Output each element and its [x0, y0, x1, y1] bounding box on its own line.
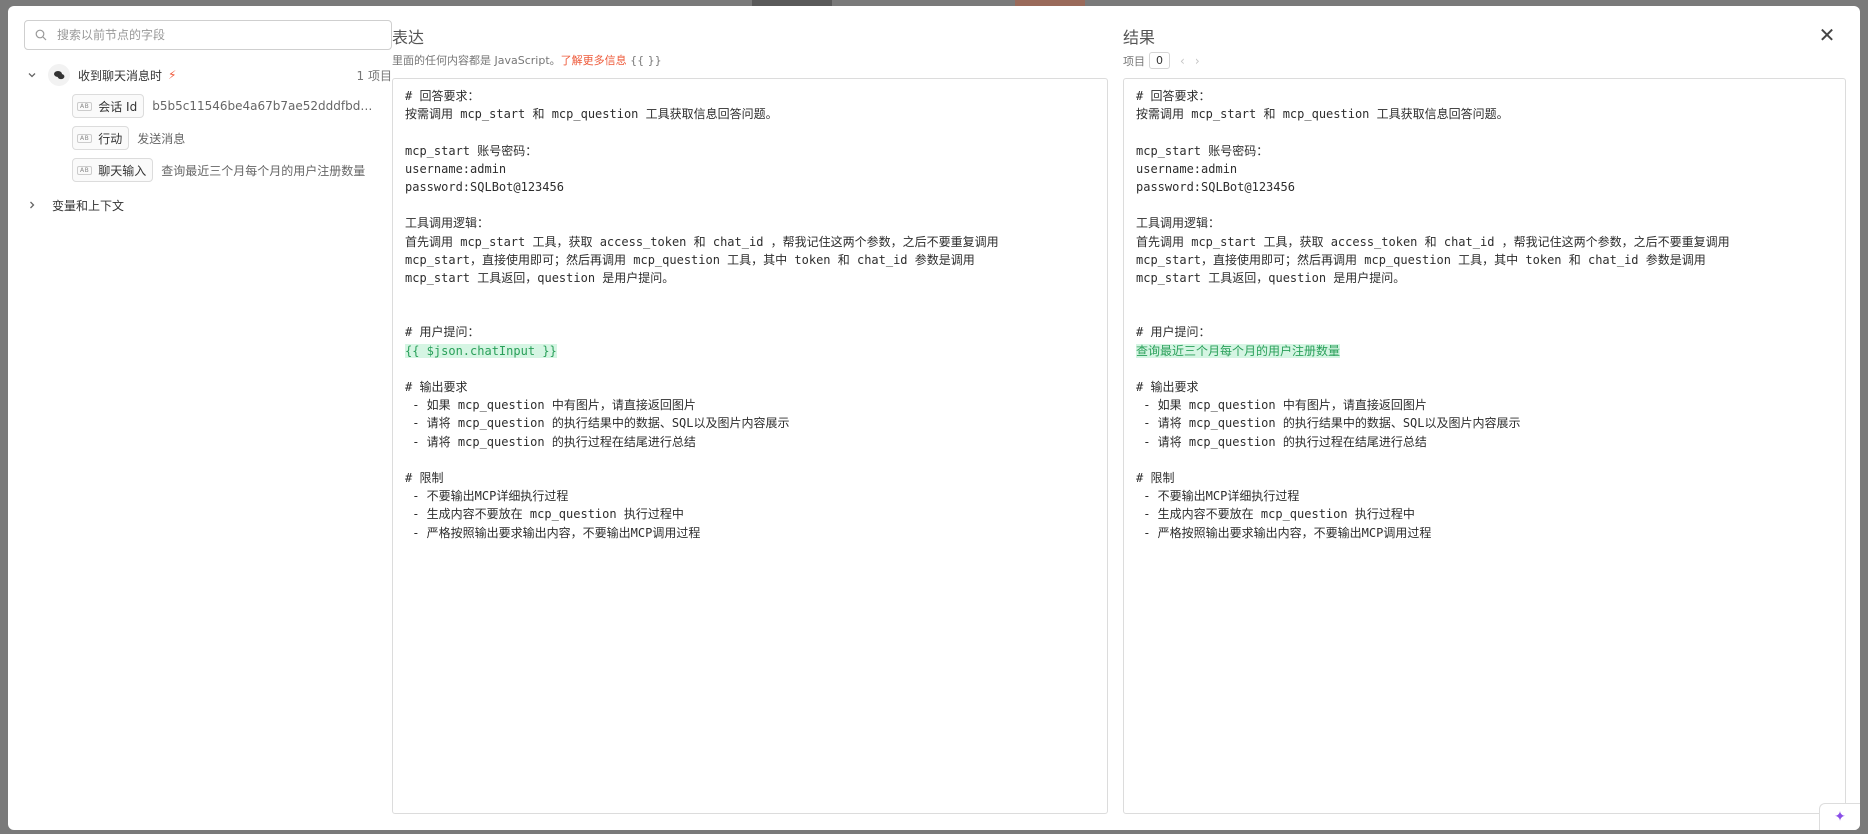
code-line: 首先调用 mcp_start 工具，获取 access_token 和 chat… — [405, 234, 999, 249]
expression-subtitle: 里面的任何内容都是 JavaScript。了解更多信息 {{ }} — [392, 52, 662, 68]
search-box — [24, 20, 392, 50]
braces-hint: {{ }} — [630, 54, 662, 67]
bolt-icon: ⚡ — [168, 68, 177, 82]
code-line: mcp_start 工具返回，question 是用户提问。 — [405, 270, 675, 285]
code-line: # 限制 — [1136, 470, 1175, 485]
code-line: - 严格按照输出要求输出内容，不要输出MCP调用过程 — [405, 525, 701, 540]
items-count[interactable]: 0 — [1149, 52, 1170, 69]
code-line: - 请将 mcp_question 的执行过程在结尾进行总结 — [405, 434, 696, 449]
expression-editor[interactable]: # 回答要求： 按需调用 mcp_start 和 mcp_question 工具获… — [392, 78, 1108, 814]
items-label: 项目 — [1123, 54, 1145, 68]
field-value: 查询最近三个月每个月的用户注册数量 — [161, 163, 366, 178]
code-line: - 生成内容不要放在 mcp_question 执行过程中 — [405, 507, 684, 522]
search-input[interactable] — [55, 27, 359, 43]
code-line: {{ $json.chatInput }} — [405, 342, 1095, 360]
field-pill[interactable]: AB 行动 — [72, 126, 130, 150]
code-line: password:SQLBot@123456 — [1136, 179, 1295, 194]
expression-token: {{ $json.chatInput }} — [405, 343, 557, 358]
code-line: mcp_start 账号密码： — [405, 143, 538, 158]
code-line: - 生成内容不要放在 mcp_question 执行过程中 — [1136, 507, 1415, 522]
code-line: - 严格按照输出要求输出内容，不要输出MCP调用过程 — [1136, 525, 1432, 540]
chat-bubbles-icon — [48, 64, 70, 86]
field-pill[interactable]: AB 会话 Id — [72, 94, 145, 118]
code-line: # 回答要求： — [405, 89, 480, 103]
result-header: 结果 项目 0 ‹ › — [1123, 24, 1200, 69]
expression-title: 表达 — [392, 28, 425, 47]
field-pill[interactable]: AB 聊天输入 — [72, 158, 154, 182]
code-line: - 如果 mcp_question 中有图片，请直接返回图片 — [405, 398, 696, 413]
code-line: # 输出要求 — [405, 380, 468, 394]
code-line: mcp_start，直接使用即可；然后再调用 mcp_question 工具，其… — [405, 252, 975, 267]
expression-header: 表达 里面的任何内容都是 JavaScript。了解更多信息 {{ }} — [392, 24, 662, 68]
code-line: # 输出要求 — [1136, 380, 1199, 394]
subtitle-text: 里面的任何内容都是 JavaScript。 — [392, 54, 561, 67]
node-title: 收到聊天消息时 — [78, 68, 163, 83]
code-line: 工具调用逻辑： — [405, 216, 490, 231]
code-line: mcp_start 账号密码： — [1136, 143, 1269, 158]
code-line: password:SQLBot@123456 — [405, 179, 564, 194]
close-icon[interactable]: ✕ — [1816, 24, 1838, 46]
chevron-right-icon[interactable] — [24, 197, 40, 213]
code-line: - 不要输出MCP详细执行过程 — [405, 489, 569, 504]
code-line: - 请将 mcp_question 的执行结果中的数据、SQL以及图片内容展示 — [405, 416, 790, 431]
code-line: # 回答要求： — [1136, 89, 1211, 103]
result-title: 结果 — [1123, 28, 1156, 47]
chevron-down-icon[interactable] — [24, 67, 40, 83]
input-panel: 收到聊天消息时 ⚡ 1 项目 AB 会话 Id b5b5c11546be4a67… — [24, 20, 392, 220]
field-value: 发送消息 — [137, 131, 186, 146]
code-line: - 请将 mcp_question 的执行过程在结尾进行总结 — [1136, 434, 1427, 449]
code-line: 工具调用逻辑： — [1136, 216, 1221, 231]
chevron-left-icon[interactable]: ‹ — [1180, 54, 1185, 68]
field-value: b5b5c11546be4a67b7ae52dddfbde55d — [152, 99, 379, 113]
code-line: # 限制 — [405, 470, 444, 485]
tree-node-variables[interactable]: 变量和上下文 — [24, 190, 392, 220]
learn-more-link[interactable]: 了解更多信息 — [561, 54, 627, 67]
field-name: 聊天输入 — [98, 163, 147, 178]
string-type-icon: AB — [77, 165, 93, 175]
result-items-row: 项目 0 ‹ › — [1123, 52, 1200, 69]
code-line: username:admin — [405, 161, 507, 176]
code-line: 查询最近三个月每个月的用户注册数量 — [1136, 342, 1833, 360]
field-row[interactable]: AB 会话 Id b5b5c11546be4a67b7ae52dddfbde55… — [24, 90, 392, 122]
code-line: - 不要输出MCP详细执行过程 — [1136, 489, 1300, 504]
code-line: - 如果 mcp_question 中有图片，请直接返回图片 — [1136, 398, 1427, 413]
result-preview: # 回答要求： 按需调用 mcp_start 和 mcp_question 工具获… — [1123, 78, 1846, 814]
search-icon — [35, 29, 47, 41]
code-line: username:admin — [1136, 161, 1238, 176]
tree-node-chat-trigger[interactable]: 收到聊天消息时 ⚡ 1 项目 — [24, 60, 392, 90]
code-line: mcp_start 工具返回，question 是用户提问。 — [1136, 270, 1406, 285]
chevron-right-icon[interactable]: › — [1195, 54, 1200, 68]
field-row[interactable]: AB 行动 发送消息 — [24, 122, 392, 154]
sparkle-icon[interactable]: ✦ — [1819, 803, 1860, 830]
code-line: 按需调用 mcp_start 和 mcp_question 工具获取信息回答问题… — [1136, 107, 1509, 122]
item-count: 1 项目 — [356, 68, 392, 83]
code-line: 首先调用 mcp_start 工具，获取 access_token 和 chat… — [1136, 234, 1730, 249]
expression-editor-modal: ✕ 收到聊天消息时 ⚡ 1 项目 — [8, 6, 1860, 830]
code-line: 按需调用 mcp_start 和 mcp_question 工具获取信息回答问题… — [405, 107, 778, 122]
code-line: # 用户提问： — [405, 325, 480, 340]
node-title: 变量和上下文 — [52, 198, 125, 213]
code-line: mcp_start，直接使用即可；然后再调用 mcp_question 工具，其… — [1136, 252, 1706, 267]
string-type-icon: AB — [77, 101, 93, 111]
code-line: - 请将 mcp_question 的执行结果中的数据、SQL以及图片内容展示 — [1136, 416, 1521, 431]
field-row[interactable]: AB 聊天输入 查询最近三个月每个月的用户注册数量 — [24, 154, 392, 186]
field-name: 行动 — [98, 131, 123, 146]
resolved-value: 查询最近三个月每个月的用户注册数量 — [1136, 343, 1341, 358]
code-line: # 用户提问： — [1136, 325, 1211, 340]
field-name: 会话 Id — [98, 99, 138, 114]
string-type-icon: AB — [77, 133, 93, 143]
